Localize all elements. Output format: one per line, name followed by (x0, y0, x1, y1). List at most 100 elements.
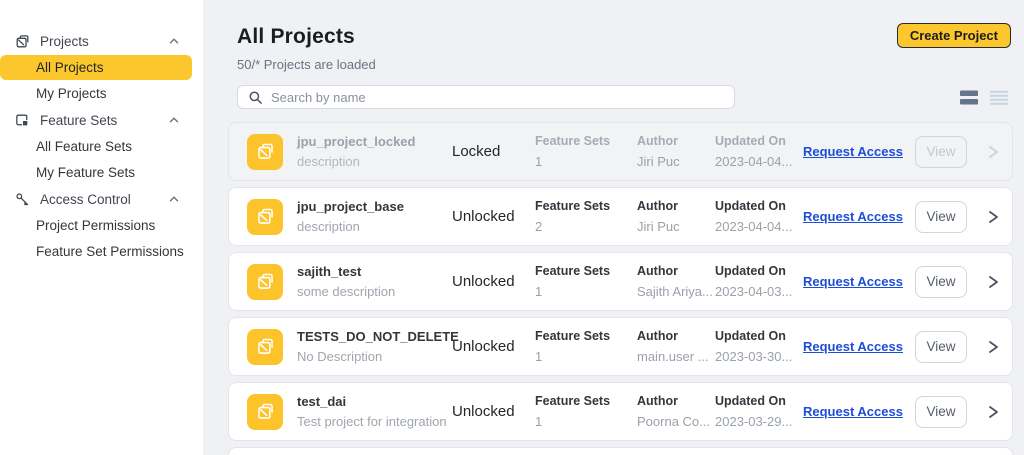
view-button[interactable]: View (915, 396, 967, 428)
project-row-partial[interactable] (228, 447, 1013, 455)
view-button[interactable]: View (915, 201, 967, 233)
project-icon (247, 394, 283, 430)
row-chevron[interactable] (981, 274, 1005, 290)
search-input[interactable] (271, 90, 724, 105)
view-toggles (959, 89, 1013, 106)
feature-sets-label: Feature Sets (535, 394, 637, 408)
sidebar-section-projects[interactable]: Projects (0, 28, 203, 54)
sidebar-item-my-projects[interactable]: My Projects (0, 81, 192, 106)
updated-on-label: Updated On (715, 134, 803, 148)
updated-on-label: Updated On (715, 394, 803, 408)
updated-on-value: 2023-04-04... (715, 219, 803, 234)
updated-on-label: Updated On (715, 264, 803, 278)
updated-on-label: Updated On (715, 329, 803, 343)
sidebar: Projects All Projects My Projects Featur… (0, 0, 203, 455)
author-value: main.user ... (637, 349, 715, 364)
updated-on-value: 2023-03-29... (715, 414, 803, 429)
view-button[interactable]: View (915, 331, 967, 363)
project-status: Unlocked (452, 338, 535, 355)
sidebar-item-project-permissions[interactable]: Project Permissions (0, 213, 192, 238)
row-chevron[interactable] (981, 339, 1005, 355)
view-button[interactable]: View (915, 136, 967, 168)
chevron-up-icon[interactable] (167, 113, 181, 127)
author-label: Author (637, 134, 715, 148)
chevron-up-icon[interactable] (167, 34, 181, 48)
updated-on-label: Updated On (715, 199, 803, 213)
main-content: All Projects 50/* Projects are loaded Cr… (203, 0, 1024, 455)
sidebar-section-label: Feature Sets (40, 113, 158, 128)
author-value: Sajith Ariya... (637, 284, 715, 299)
feature-sets-label: Feature Sets (535, 329, 637, 343)
sidebar-item-all-projects[interactable]: All Projects (0, 55, 192, 80)
projects-loaded-count: 50/* Projects are loaded (237, 57, 1013, 72)
author-label: Author (637, 329, 715, 343)
feature-sets-icon (14, 112, 31, 129)
create-project-button[interactable]: Create Project (897, 23, 1011, 48)
author-value: Poorna Co... (637, 414, 715, 429)
feature-sets-count: 1 (535, 414, 637, 429)
search-row (237, 85, 1013, 109)
chevron-up-icon[interactable] (167, 192, 181, 206)
sidebar-section-label: Access Control (40, 192, 158, 207)
sidebar-item-feature-set-permissions[interactable]: Feature Set Permissions (0, 239, 192, 264)
project-name: jpu_project_base (297, 199, 452, 214)
request-access-link[interactable]: Request Access (803, 404, 903, 419)
row-chevron[interactable] (981, 209, 1005, 225)
request-access-link[interactable]: Request Access (803, 274, 903, 289)
author-value: Jiri Puc (637, 154, 715, 169)
sidebar-section-feature-sets[interactable]: Feature Sets (0, 107, 203, 133)
search-icon (248, 90, 263, 105)
sidebar-item-all-feature-sets[interactable]: All Feature Sets (0, 134, 192, 159)
list-view-icon[interactable] (989, 89, 1009, 106)
project-row[interactable]: test_dai Test project for integration Un… (228, 382, 1013, 441)
feature-sets-count: 1 (535, 154, 637, 169)
author-label: Author (637, 264, 715, 278)
request-access-link[interactable]: Request Access (803, 339, 903, 354)
project-icon (247, 134, 283, 170)
sidebar-section-access-control[interactable]: Access Control (0, 186, 203, 212)
feature-sets-count: 1 (535, 349, 637, 364)
project-name: test_dai (297, 394, 452, 409)
project-row[interactable]: jpu_project_locked description Locked Fe… (228, 122, 1013, 181)
row-chevron[interactable] (981, 404, 1005, 420)
project-status: Locked (452, 143, 535, 160)
project-name: sajith_test (297, 264, 452, 279)
project-list: jpu_project_locked description Locked Fe… (228, 122, 1013, 455)
search-box[interactable] (237, 85, 735, 109)
feature-sets-label: Feature Sets (535, 199, 637, 213)
sidebar-item-my-feature-sets[interactable]: My Feature Sets (0, 160, 192, 185)
view-button[interactable]: View (915, 266, 967, 298)
author-label: Author (637, 394, 715, 408)
project-status: Unlocked (452, 208, 535, 225)
project-description: description (297, 154, 452, 169)
project-status: Unlocked (452, 403, 535, 420)
updated-on-value: 2023-04-03... (715, 284, 803, 299)
card-view-icon[interactable] (959, 89, 979, 106)
project-name: jpu_project_locked (297, 134, 452, 149)
project-icon (247, 199, 283, 235)
feature-sets-count: 1 (535, 284, 637, 299)
project-description: No Description (297, 349, 452, 364)
project-description: some description (297, 284, 452, 299)
project-row[interactable]: TESTS_DO_NOT_DELETE No Description Unloc… (228, 317, 1013, 376)
project-row[interactable]: jpu_project_base description Unlocked Fe… (228, 187, 1013, 246)
project-status: Unlocked (452, 273, 535, 290)
feature-sets-count: 2 (535, 219, 637, 234)
request-access-link[interactable]: Request Access (803, 144, 903, 159)
feature-sets-label: Feature Sets (535, 264, 637, 278)
projects-icon (14, 33, 31, 50)
key-icon (14, 191, 31, 208)
row-chevron[interactable] (981, 144, 1005, 160)
request-access-link[interactable]: Request Access (803, 209, 903, 224)
project-icon (247, 264, 283, 300)
author-label: Author (637, 199, 715, 213)
project-description: Test project for integration (297, 414, 452, 429)
sidebar-section-label: Projects (40, 34, 158, 49)
author-value: Jiri Puc (637, 219, 715, 234)
project-description: description (297, 219, 452, 234)
updated-on-value: 2023-03-30... (715, 349, 803, 364)
project-row[interactable]: sajith_test some description Unlocked Fe… (228, 252, 1013, 311)
project-icon (247, 329, 283, 365)
project-name: TESTS_DO_NOT_DELETE (297, 329, 452, 344)
feature-sets-label: Feature Sets (535, 134, 637, 148)
